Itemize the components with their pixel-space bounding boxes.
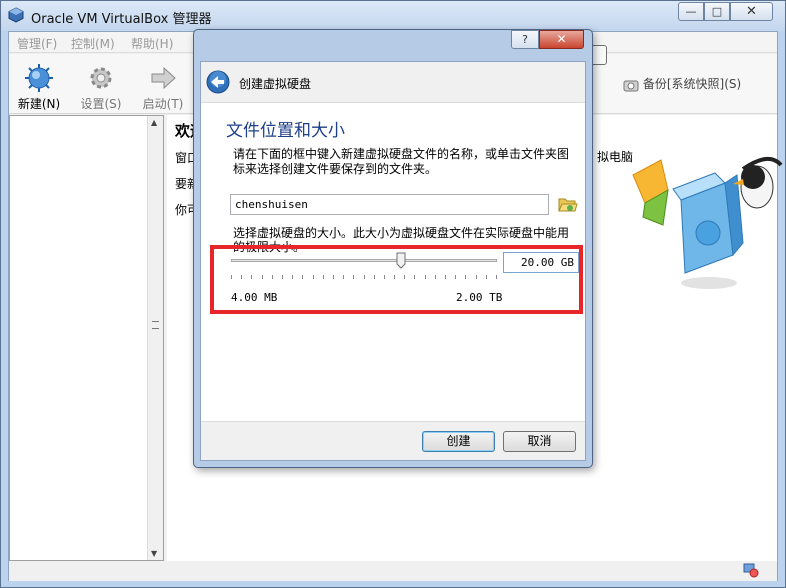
gear-icon [90, 67, 112, 89]
dialog-header: 创建虚拟硬盘 [201, 62, 585, 102]
create-button[interactable]: 创建 [422, 431, 495, 452]
start-label: 启动(T) [142, 97, 184, 111]
close-button[interactable]: ✕ [730, 2, 773, 21]
instruction-line-1: 请在下面的框中键入新建虚拟硬盘文件的名称，或单击文件夹图 [233, 147, 570, 161]
scroll-grip-icon[interactable] [152, 321, 159, 329]
dialog-footer: 创建 取消 [201, 423, 585, 462]
main-titlebar[interactable]: Oracle VM VirtualBox 管理器 — □ ✕ [1, 1, 785, 31]
menu-control[interactable]: 控制(M) [71, 35, 115, 52]
snapshot-tab[interactable]: 备份[系统快照](S) [623, 75, 741, 95]
cancel-button[interactable]: 取消 [503, 431, 576, 452]
scroll-up-icon[interactable]: ▲ [151, 118, 157, 127]
vm-list[interactable]: ▲ ▼ [9, 115, 164, 561]
settings-button[interactable]: 设置(S) [71, 58, 131, 111]
snapshot-label: 备份[系统快照](S) [642, 77, 742, 91]
menu-help[interactable]: 帮助(H) [131, 35, 173, 52]
dialog-title: 创建虚拟硬盘 [239, 77, 312, 91]
back-arrow-icon[interactable] [206, 70, 230, 94]
menu-manage[interactable]: 管理(F) [17, 35, 57, 52]
arrow-right-icon [151, 66, 176, 90]
virtualbox-mascot-icon [632, 157, 783, 289]
folder-open-icon[interactable] [556, 194, 578, 215]
vm-list-scrollbar[interactable]: ▲ ▼ [147, 116, 163, 560]
dialog-close-button[interactable]: ✕ [539, 30, 584, 49]
dialog-help-button[interactable]: ? [511, 30, 539, 49]
maximize-button[interactable]: □ [704, 2, 730, 21]
statusbar [9, 562, 777, 581]
new-vm-label: 新建(N) [17, 97, 61, 111]
start-button[interactable]: 启动(T) [133, 58, 193, 111]
size-prompt-line-1: 选择虚拟硬盘的大小。此大小为虚拟硬盘文件在实际硬盘中能用 [233, 226, 570, 240]
highlight-annotation-box [210, 245, 583, 314]
network-status-icon [743, 563, 759, 578]
disk-filename-input[interactable]: chenshuisen [230, 194, 549, 215]
virtualbox-app-icon [8, 7, 24, 23]
new-vm-button[interactable]: 新建(N) [9, 58, 69, 111]
settings-label: 设置(S) [80, 97, 122, 111]
camera-icon [623, 80, 639, 91]
section-heading: 文件位置和大小 [226, 121, 345, 141]
sun-burst-icon [25, 64, 53, 92]
scroll-down-icon[interactable]: ▼ [151, 549, 157, 558]
instruction-line-2: 标来选择创建文件要保存到的文件夹。 [233, 162, 438, 176]
minimize-button[interactable]: — [678, 2, 704, 21]
window-title: Oracle VM VirtualBox 管理器 [31, 12, 212, 27]
